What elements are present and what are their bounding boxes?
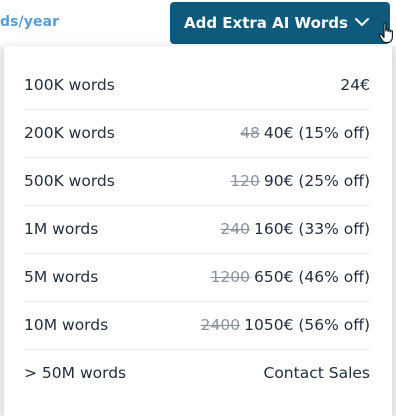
option-price-value: 90€ (25% off)	[263, 172, 370, 190]
option-words-label: > 50M words	[24, 364, 127, 382]
option-50m-plus-words[interactable]: > 50M words Contact Sales	[24, 349, 370, 397]
chevron-down-icon	[355, 18, 369, 26]
option-price-value: 160€ (33% off)	[253, 220, 370, 238]
option-1m-words[interactable]: 1M words 240 160€ (33% off)	[24, 205, 370, 254]
option-price-value: 40€ (15% off)	[263, 124, 370, 142]
option-price: 240 160€ (33% off)	[220, 220, 370, 238]
option-original-price: 1200	[210, 268, 250, 286]
option-original-price: 2400	[200, 316, 241, 334]
option-words-label: 100K words	[24, 76, 115, 94]
billing-period-text: ds/year	[0, 14, 60, 30]
option-price: 48 40€ (15% off)	[240, 124, 370, 142]
add-extra-ai-words-button[interactable]: Add Extra AI Words	[170, 2, 390, 44]
option-price: 24€	[340, 76, 370, 94]
contact-sales-link[interactable]: Contact Sales	[264, 364, 371, 382]
option-price: Contact Sales	[264, 364, 371, 382]
option-original-price: 120	[230, 172, 260, 190]
option-10m-words[interactable]: 10M words 2400 1050€ (56% off)	[24, 301, 370, 350]
option-words-label: 10M words	[24, 316, 109, 334]
add-extra-ai-words-label: Add Extra AI Words	[184, 14, 348, 32]
words-package-dropdown: 100K words 24€ 200K words 48 40€ (15% of…	[4, 46, 392, 416]
hand-pointer-icon	[378, 22, 393, 44]
option-words-label: 5M words	[24, 268, 99, 286]
option-price-value: 1050€ (56% off)	[244, 316, 370, 334]
option-words-label: 200K words	[24, 124, 115, 142]
option-price: 1200 650€ (46% off)	[211, 268, 370, 286]
top-bar: ds/year Add Extra AI Words	[0, 0, 396, 46]
option-price: 2400 1050€ (56% off)	[201, 316, 370, 334]
option-500k-words[interactable]: 500K words 120 90€ (25% off)	[24, 157, 370, 206]
option-200k-words[interactable]: 200K words 48 40€ (15% off)	[24, 109, 370, 158]
option-5m-words[interactable]: 5M words 1200 650€ (46% off)	[24, 253, 370, 302]
option-words-label: 500K words	[24, 172, 115, 190]
option-original-price: 48	[240, 124, 260, 142]
option-original-price: 240	[220, 220, 250, 238]
option-words-label: 1M words	[24, 220, 99, 238]
option-100k-words[interactable]: 100K words 24€	[24, 61, 370, 110]
option-price: 120 90€ (25% off)	[230, 172, 370, 190]
option-price-value: 650€ (46% off)	[253, 268, 370, 286]
option-price-value: 24€	[340, 76, 370, 94]
